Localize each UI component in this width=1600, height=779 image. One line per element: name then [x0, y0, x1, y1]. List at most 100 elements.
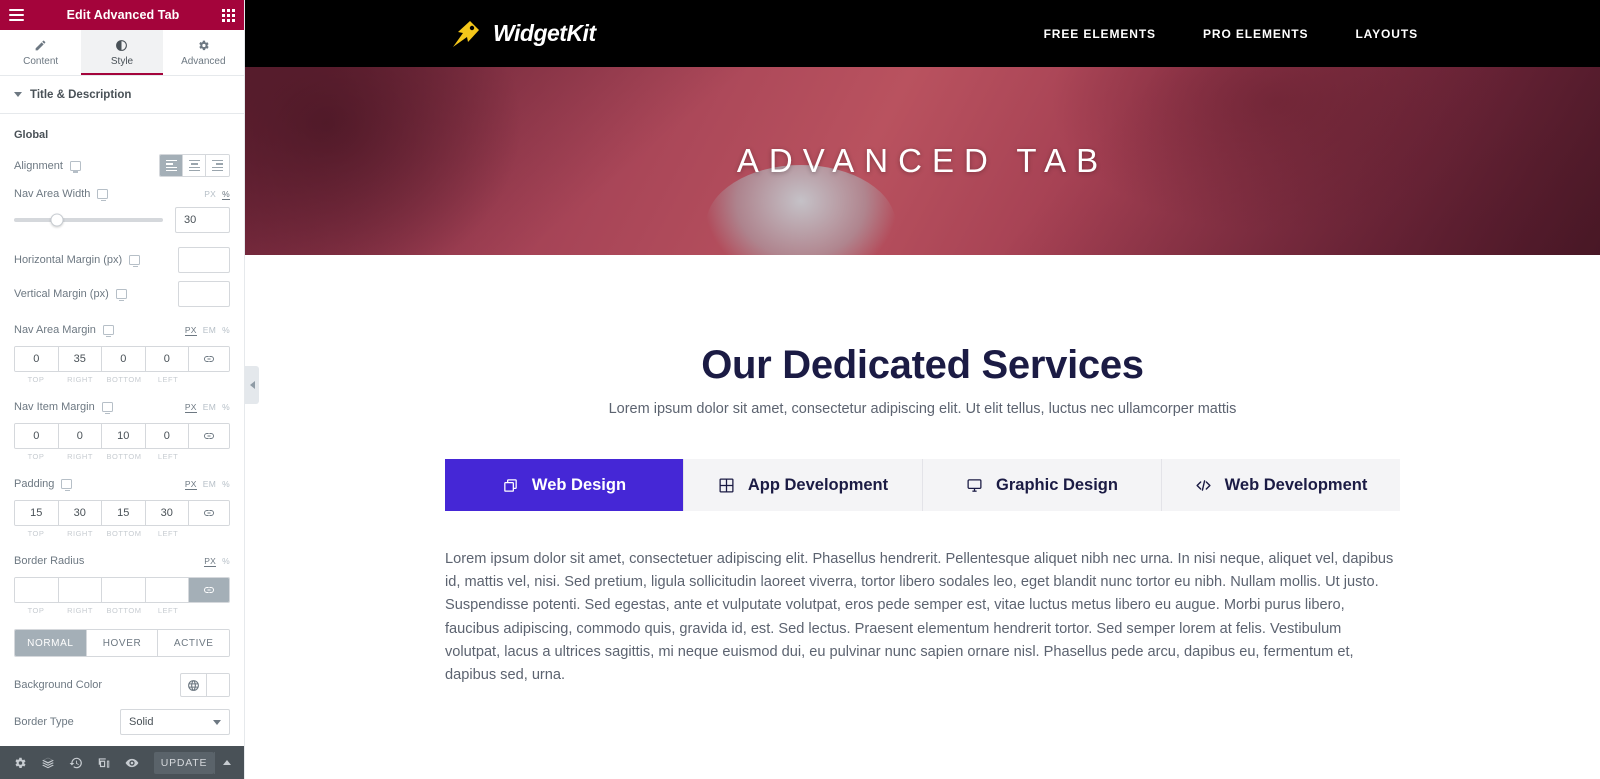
unit-em[interactable]: EM: [203, 479, 216, 490]
unit-percent[interactable]: %: [222, 402, 230, 413]
group-label-global: Global: [14, 129, 49, 141]
tab-style[interactable]: Style: [81, 30, 163, 75]
tab-advanced[interactable]: Advanced: [163, 30, 244, 75]
service-tab-graphic-design[interactable]: Graphic Design: [923, 459, 1162, 511]
border-type-select[interactable]: Solid: [120, 709, 230, 735]
padding-left[interactable]: 30: [145, 501, 189, 525]
border-radius-inputs: [14, 577, 230, 603]
menu-item-free-elements[interactable]: FREE ELEMENTS: [1044, 27, 1156, 41]
gear-icon: [15, 757, 26, 768]
caption-top: TOP: [27, 375, 45, 384]
chevron-up-icon: [222, 760, 231, 765]
unit-percent[interactable]: %: [222, 189, 230, 200]
desktop-icon[interactable]: [102, 325, 114, 338]
grid-apps-icon[interactable]: [222, 8, 235, 22]
desktop-icon[interactable]: [69, 160, 81, 173]
unit-px[interactable]: PX: [184, 402, 197, 413]
align-right-button[interactable]: [206, 155, 229, 176]
service-tab-web-design[interactable]: Web Design: [445, 459, 684, 511]
unit-px[interactable]: PX: [204, 556, 217, 567]
nav-item-margin-left[interactable]: 0: [145, 424, 189, 448]
nav-area-margin-captions: TOP RIGHT BOTTOM LEFT: [14, 375, 230, 384]
desktop-icon[interactable]: [97, 189, 109, 202]
nav-area-margin-inputs: 0 35 0 0: [14, 346, 230, 372]
nav-area-margin-link-button[interactable]: [189, 347, 229, 371]
nav-area-margin-right[interactable]: 35: [58, 347, 102, 371]
border-radius-top[interactable]: [15, 578, 59, 602]
hamburger-icon[interactable]: [9, 9, 24, 21]
panel-collapse-handle[interactable]: [245, 366, 259, 404]
nav-item-margin-right[interactable]: 0: [58, 424, 102, 448]
desktop-icon[interactable]: [129, 255, 141, 268]
history-button[interactable]: [62, 746, 90, 779]
control-alignment: Alignment: [14, 154, 230, 177]
hero-title: ADVANCED TAB: [736, 142, 1109, 179]
nav-area-width-slider[interactable]: [14, 213, 163, 227]
service-tab-app-development[interactable]: App Development: [684, 459, 923, 511]
nav-item-margin-top[interactable]: 0: [15, 424, 59, 448]
nav-item-margin-units: PX EM %: [184, 402, 230, 413]
unit-em[interactable]: EM: [203, 325, 216, 336]
update-options-button[interactable]: [214, 751, 238, 774]
state-tab-active[interactable]: ACTIVE: [158, 630, 229, 656]
padding-bottom[interactable]: 15: [102, 501, 146, 525]
unit-percent[interactable]: %: [222, 325, 230, 336]
desktop-icon[interactable]: [115, 289, 127, 302]
services-section: Our Dedicated Services Lorem ipsum dolor…: [245, 255, 1600, 687]
nav-area-width-input[interactable]: [175, 207, 230, 233]
nav-item-margin-bottom[interactable]: 10: [102, 424, 146, 448]
eye-icon: [125, 758, 139, 767]
link-icon: [204, 433, 214, 439]
settings-button[interactable]: [6, 746, 34, 779]
responsive-mode-button[interactable]: [90, 746, 118, 779]
menu-item-layouts[interactable]: LAYOUTS: [1355, 27, 1418, 41]
desktop-icon[interactable]: [61, 479, 73, 492]
align-center-button[interactable]: [183, 155, 206, 176]
section-label: Title & Description: [30, 88, 132, 101]
padding-top[interactable]: 15: [15, 501, 59, 525]
nav-area-margin-left[interactable]: 0: [145, 347, 189, 371]
state-tab-hover[interactable]: HOVER: [86, 630, 159, 656]
control-horizontal-margin: Horizontal Margin (px): [14, 247, 230, 273]
service-tab-web-development[interactable]: Web Development: [1162, 459, 1400, 511]
desktop-icon[interactable]: [101, 402, 113, 415]
unit-px[interactable]: PX: [184, 479, 197, 490]
border-radius-link-button[interactable]: [189, 578, 229, 602]
padding-right[interactable]: 30: [58, 501, 102, 525]
border-radius-left[interactable]: [145, 578, 189, 602]
nav-area-margin-bottom[interactable]: 0: [102, 347, 146, 371]
padding-link-button[interactable]: [189, 501, 229, 525]
navigator-button[interactable]: [34, 746, 62, 779]
global-color-button[interactable]: [181, 674, 207, 696]
background-color-control: [180, 673, 230, 697]
tab-advanced-label: Advanced: [181, 56, 226, 67]
section-title-description[interactable]: Title & Description: [0, 76, 244, 114]
unit-px[interactable]: PX: [184, 325, 197, 336]
border-radius-right[interactable]: [58, 578, 102, 602]
tab-content-label: Content: [23, 56, 59, 67]
border-radius-bottom[interactable]: [102, 578, 146, 602]
nav-area-margin-top[interactable]: 0: [15, 347, 59, 371]
vertical-margin-label: Vertical Margin (px): [14, 288, 109, 300]
panel-footer: UPDATE: [0, 746, 244, 779]
unit-percent[interactable]: %: [222, 556, 230, 567]
tab-content[interactable]: Content: [0, 30, 81, 75]
update-button[interactable]: UPDATE: [154, 751, 214, 774]
horizontal-margin-input[interactable]: [178, 247, 230, 273]
preview-button[interactable]: [118, 746, 146, 779]
nav-area-width-units: PX %: [204, 189, 230, 200]
vertical-margin-input[interactable]: [178, 281, 230, 307]
unit-em[interactable]: EM: [203, 402, 216, 413]
caption-bottom: BOTTOM: [106, 452, 142, 461]
slider-knob[interactable]: [50, 213, 64, 227]
align-left-button[interactable]: [160, 155, 183, 176]
unit-px[interactable]: PX: [204, 189, 216, 200]
background-color-swatch[interactable]: [207, 674, 229, 696]
menu-item-pro-elements[interactable]: PRO ELEMENTS: [1203, 27, 1308, 41]
unit-percent[interactable]: %: [222, 479, 230, 490]
state-tab-normal[interactable]: NORMAL: [15, 630, 87, 656]
nav-item-margin-link-button[interactable]: [189, 424, 229, 448]
site-logo[interactable]: WidgetKit: [450, 19, 596, 49]
responsive-icon: [98, 757, 110, 768]
